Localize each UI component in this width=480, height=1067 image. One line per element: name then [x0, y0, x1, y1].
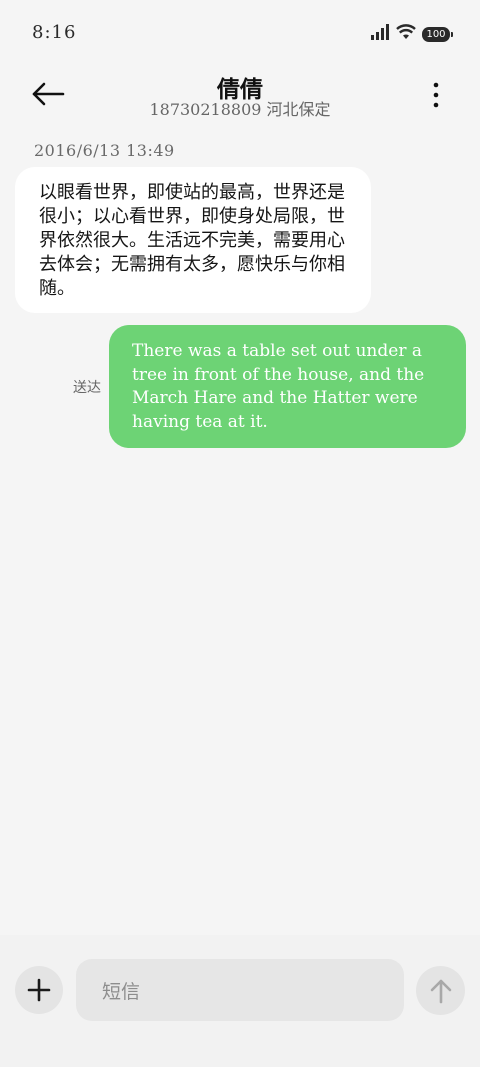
status-time: 8:16: [32, 22, 77, 43]
conversation-header: 倩倩 18730218809 河北保定: [0, 66, 480, 126]
message-timestamp: 2016/6/13 13:49: [34, 141, 175, 160]
sent-message-bubble[interactable]: There was a table set out under a tree i…: [109, 325, 466, 448]
more-options-button[interactable]: [430, 80, 442, 110]
signal-icon: [370, 24, 390, 44]
received-message-bubble[interactable]: 以眼看世界，即使站的最高，世界还是很小；以心看世界，即使身处局限，世界依然很大。…: [15, 167, 371, 313]
sms-input[interactable]: 短信: [76, 959, 404, 1021]
status-icons: 100: [370, 24, 453, 44]
more-vertical-icon: [433, 82, 439, 108]
composer-bar: 短信: [0, 935, 480, 1067]
wifi-icon: [396, 24, 416, 44]
send-button[interactable]: [416, 966, 465, 1015]
status-bar: 8:16 100: [0, 0, 480, 66]
delivery-status: 送达: [73, 380, 101, 396]
send-arrow-icon: [430, 979, 452, 1004]
add-attachment-button[interactable]: [15, 966, 63, 1014]
plus-icon: [27, 978, 51, 1002]
battery-icon: 100: [422, 26, 453, 42]
contact-number-location: 18730218809 河北保定: [149, 100, 331, 119]
